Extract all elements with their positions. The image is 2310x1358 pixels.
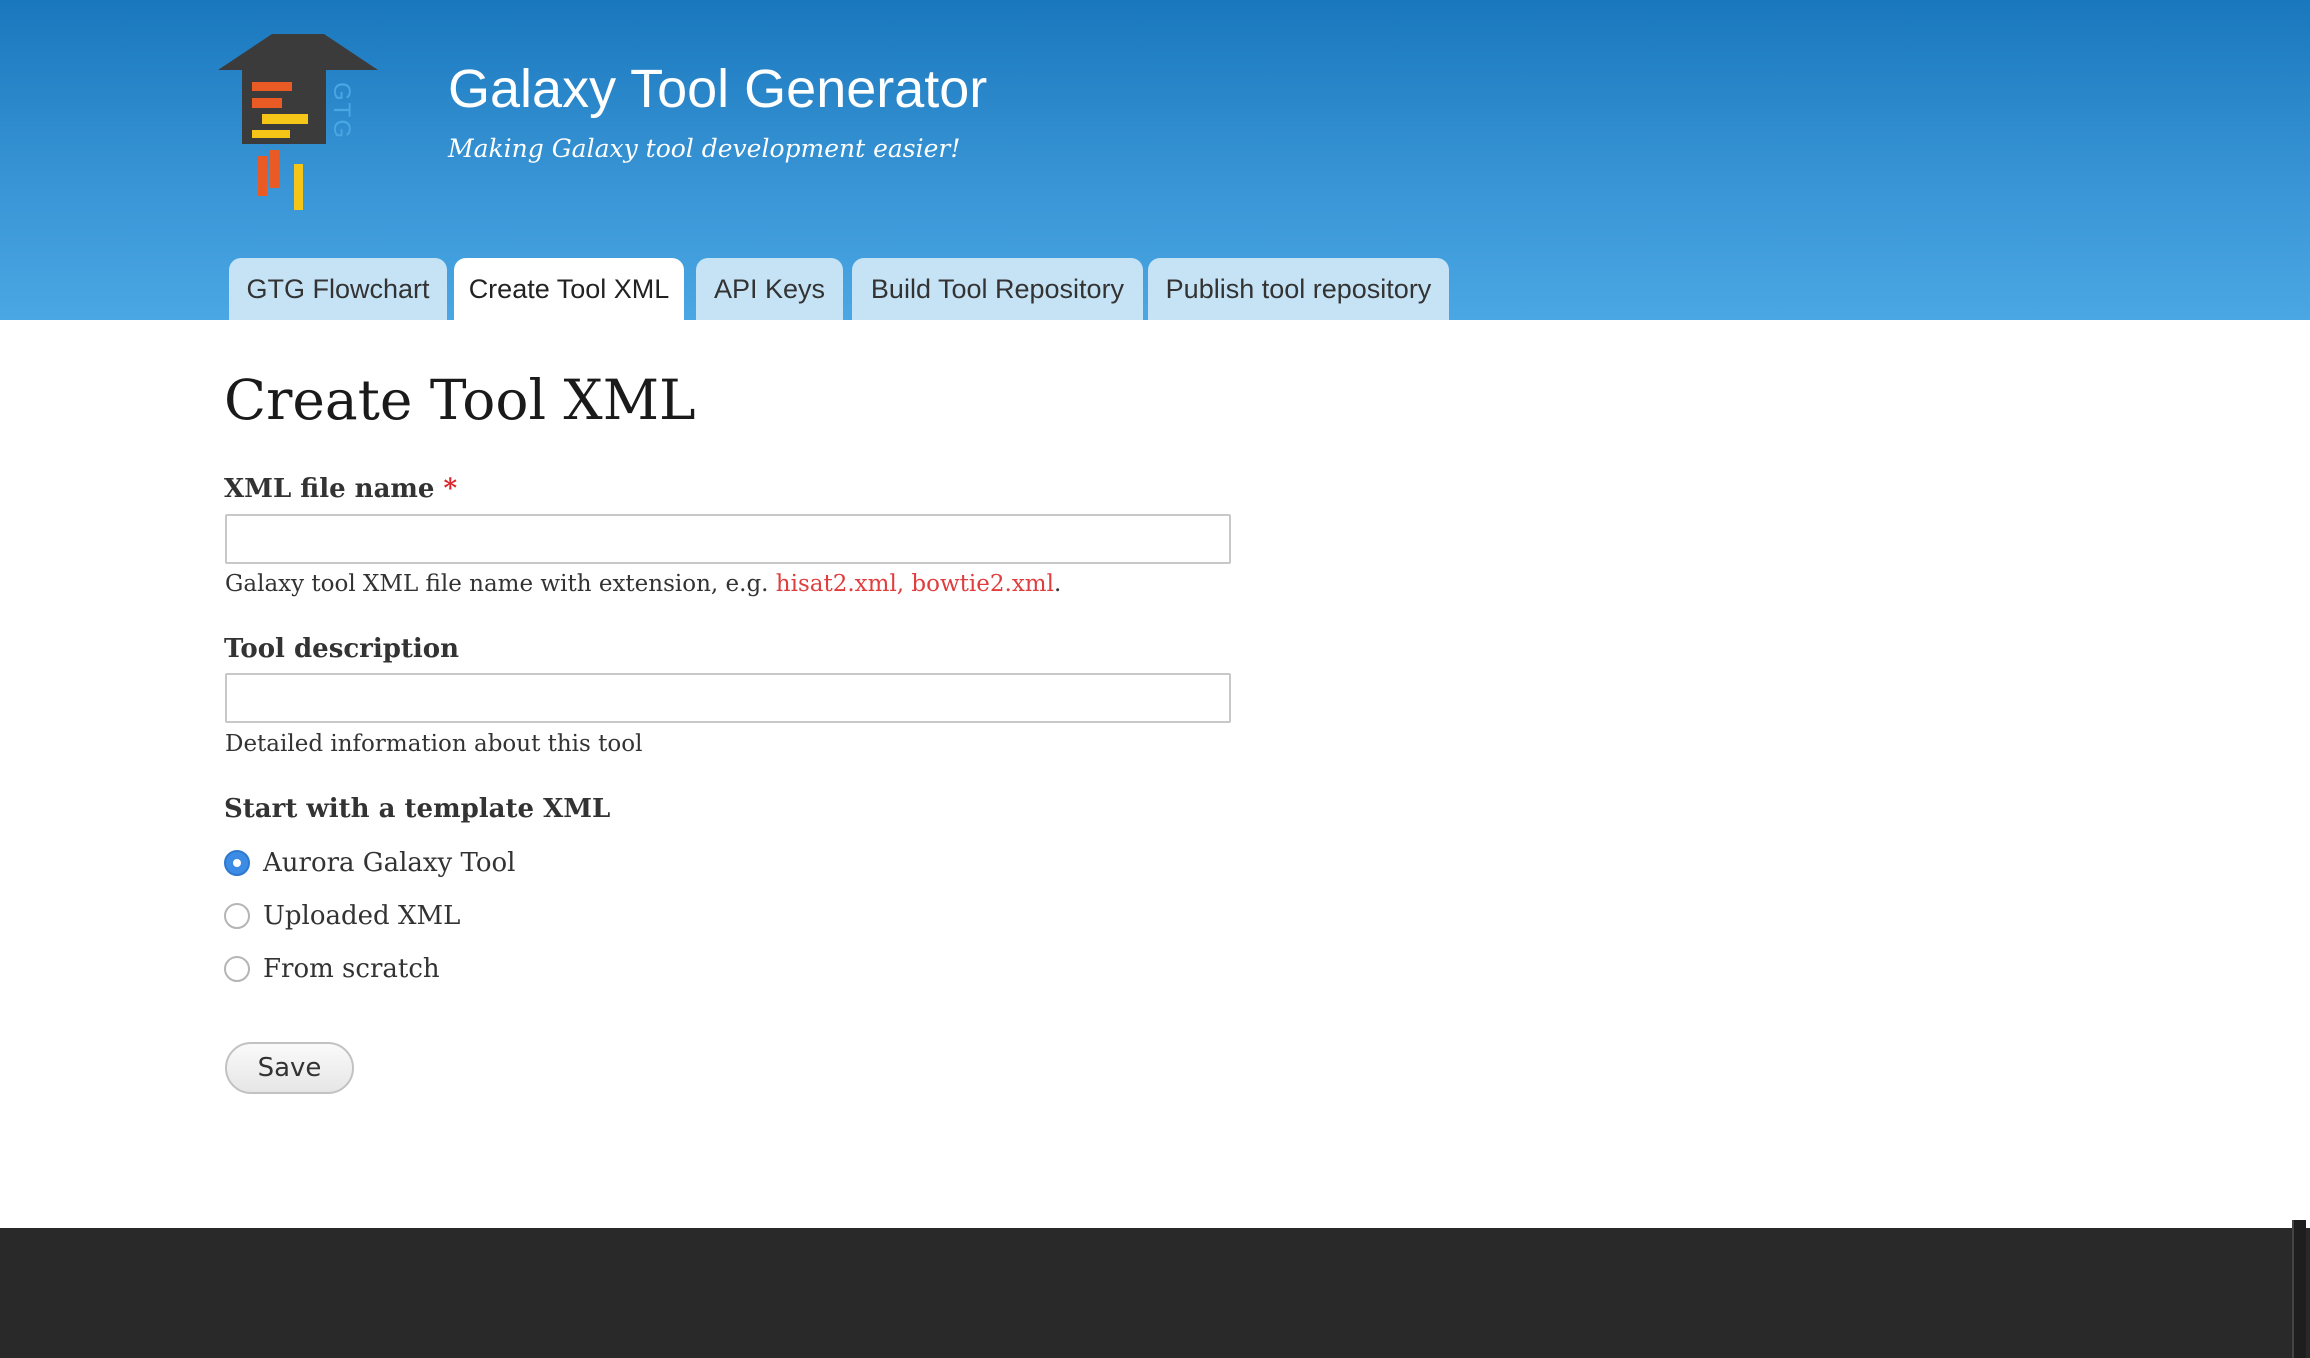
tab-api-keys[interactable]: API Keys: [696, 258, 843, 320]
radio-option-from-scratch[interactable]: From scratch: [224, 951, 440, 987]
radio-label: Aurora Galaxy Tool: [263, 848, 516, 878]
xml-file-name-help: Galaxy tool XML file name with extension…: [225, 571, 1061, 597]
radio-label: From scratch: [263, 954, 440, 984]
tool-description-input[interactable]: [225, 673, 1231, 723]
radio-checked-icon[interactable]: [224, 850, 250, 876]
tool-description-label: Tool description: [224, 634, 460, 664]
page-title: Create Tool XML: [224, 368, 696, 432]
radio-unchecked-icon[interactable]: [224, 903, 250, 929]
radio-unchecked-icon[interactable]: [224, 956, 250, 982]
xml-file-name-help-suffix: .: [1053, 571, 1062, 597]
gtg-logo[interactable]: GTG: [218, 30, 384, 218]
scrollbar[interactable]: [2292, 1220, 2306, 1358]
site-slogan: Making Galaxy tool development easier!: [448, 134, 961, 163]
required-marker: *: [443, 474, 458, 504]
tab-build-tool-repository[interactable]: Build Tool Repository: [852, 258, 1143, 320]
xml-file-name-help-example: hisat2.xml, bowtie2.xml: [775, 571, 1054, 597]
site-footer: [0, 1228, 2310, 1358]
tab-gtg-flowchart[interactable]: GTG Flowchart: [229, 258, 447, 320]
save-button[interactable]: Save: [225, 1042, 354, 1094]
radio-option-aurora-galaxy-tool[interactable]: Aurora Galaxy Tool: [224, 845, 515, 881]
radio-option-uploaded-xml[interactable]: Uploaded XML: [224, 898, 460, 934]
logo-text: GTG: [328, 82, 355, 140]
site-header: GTG Galaxy Tool Generator Making Galaxy …: [0, 0, 2310, 320]
tab-publish-tool-repository[interactable]: Publish tool repository: [1148, 258, 1449, 320]
xml-file-name-input[interactable]: [225, 514, 1231, 564]
tool-description-help: Detailed information about this tool: [225, 731, 643, 757]
site-name[interactable]: Galaxy Tool Generator: [448, 58, 987, 120]
radio-label: Uploaded XML: [263, 901, 461, 931]
xml-file-name-help-text: Galaxy tool XML file name with extension…: [225, 571, 776, 597]
template-xml-label: Start with a template XML: [224, 794, 611, 824]
tab-create-tool-xml[interactable]: Create Tool XML: [454, 258, 684, 320]
xml-file-name-label: XML file name *: [224, 474, 457, 504]
xml-file-name-label-text: XML file name: [224, 474, 435, 504]
